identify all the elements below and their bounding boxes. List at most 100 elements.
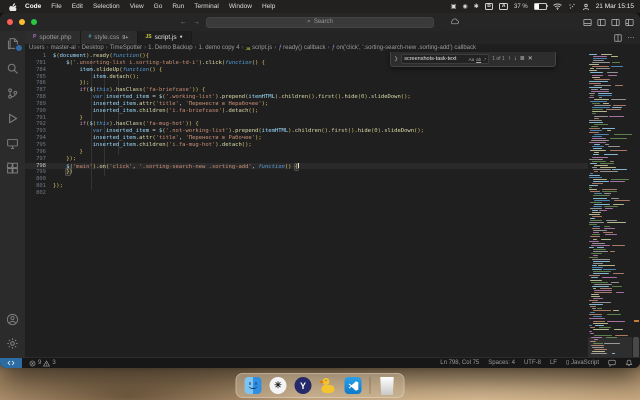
dock-cyberduck-icon[interactable] [319,377,337,394]
toggle-sidebar-button[interactable] [597,18,606,27]
dock-finder-icon[interactable] [244,377,262,394]
breadcrumb-item[interactable]: ƒ ready() callback [278,45,325,51]
regex-toggle[interactable]: .* [483,57,486,62]
run-debug-icon[interactable] [5,110,21,126]
wifi-icon[interactable] [552,3,562,10]
source-control-icon[interactable] [5,85,21,101]
encoding-indicator[interactable]: UTF-8 [524,360,541,366]
code-line-796[interactable]: 796 } [25,149,588,156]
code-editor[interactable]: 1 $(document).ready(function(){781 $('.un… [25,52,640,357]
code-line-790[interactable]: 790 inserted_item.children('i.fa-briefca… [25,108,588,115]
navigate-back-button[interactable]: ← [180,19,187,26]
whole-word-toggle[interactable]: ab [476,57,481,62]
toggle-panel-button[interactable] [583,18,592,27]
code-line-797[interactable]: 797 }); [25,156,588,163]
tab-spotter.php[interactable]: Pspotter.php [25,31,81,44]
boxed-b-app-icon[interactable]: B [484,3,494,10]
code-line-789[interactable]: 789 inserted_item.attr('title', 'Перенес… [25,101,588,108]
previous-match-button[interactable]: ↑ [508,56,511,62]
remote-explorer-icon[interactable] [5,135,21,151]
zoom-window-button[interactable] [31,19,37,25]
code-line-801[interactable]: 801}); [25,183,588,190]
account-icon[interactable] [5,311,21,327]
toggle-secondary-sidebar-button[interactable] [611,18,620,27]
breadcrumb-item[interactable]: master-al [51,45,76,51]
breadcrumb-item[interactable]: JS script.js [246,45,273,51]
menu-item-help[interactable]: Help [257,3,280,10]
breadcrumb-item[interactable]: ƒ on('click', '.sorting-search-new .sorti… [332,45,476,51]
breadcrumb-item[interactable]: Users [29,45,45,51]
explorer-icon[interactable] [5,35,23,52]
dock-vscode-icon[interactable] [344,377,362,394]
eol-indicator[interactable]: LF [550,360,557,366]
customize-layout-button[interactable] [625,18,634,27]
code-line-792[interactable]: 792 if($(this).hasClass('fa-mug-hot')) { [25,121,588,128]
more-actions-button[interactable]: ⋯ [628,34,636,42]
close-find-button[interactable]: ✕ [528,56,533,62]
close-window-button[interactable] [7,19,13,25]
find-input[interactable]: screenshots-task-text Aa ab .* [401,54,490,64]
circle-app-icon[interactable]: ◉ [462,4,467,10]
find-in-selection-button[interactable]: ≣ [520,56,525,62]
match-case-toggle[interactable]: Aa [469,57,475,62]
minimap-slider[interactable] [588,337,632,357]
minimize-window-button[interactable] [19,19,25,25]
menu-item-code[interactable]: Code [20,3,46,10]
split-editor-button[interactable] [613,33,622,42]
breadcrumb-item[interactable]: 1. Demo Backup [148,45,192,51]
menu-item-view[interactable]: View [125,3,149,10]
tab-script.js[interactable]: JS script.js ● [137,31,192,44]
breadcrumb-item[interactable]: Desktop [82,45,104,51]
code-line-800[interactable]: 800 [25,176,588,183]
problems-indicator[interactable]: 9 3 [29,359,56,367]
input-source-icon[interactable]: A [499,3,508,10]
dots-menu-icon[interactable] [568,3,576,10]
battery-icon[interactable] [533,2,549,11]
code-line-799[interactable]: 799 }) [25,169,588,176]
language-indicator[interactable]: {} JavaScript [566,360,599,366]
menu-bar-clock[interactable]: 21 Mar 15:15 [596,3,634,10]
breadcrumb-item[interactable]: TimeSpotter [110,45,142,51]
code-line-798[interactable]: 798 $('main').on('click', '.sorting-sear… [25,162,588,170]
code-line-788[interactable]: 788 var inserted_item = $('.working-list… [25,94,588,101]
dock-trash-icon[interactable] [379,377,396,395]
apple-menu-icon[interactable] [6,2,20,11]
tab-style.css[interactable]: # style.css 9+ [80,31,138,44]
navigate-forward-button[interactable]: → [193,19,200,26]
indentation-indicator[interactable]: Spaces: 4 [488,360,515,366]
feedback-icon[interactable] [608,359,616,367]
extensions-icon[interactable] [5,160,21,176]
dock-y-browser-icon[interactable]: Y [294,377,312,394]
code-line-791[interactable]: 791 } [25,115,588,122]
gear-app-icon[interactable]: ✱ [474,4,479,10]
toggle-replace-chevron[interactable]: ❯ [394,56,398,62]
editor-scrollbar[interactable] [633,337,639,357]
cursor-position[interactable]: Ln 798, Col 75 [440,360,479,366]
code-line-787[interactable]: 787 if($(this).hasClass('fa-briefcase'))… [25,87,588,94]
user-menu-icon[interactable] [582,3,590,11]
code-line-784[interactable]: 784 item.slideUp(function() { [25,67,588,74]
menu-item-run[interactable]: Run [167,3,189,10]
code-line-795[interactable]: 795 inserted_item.children('i.fa-mug-hot… [25,142,588,149]
menu-item-file[interactable]: File [46,3,66,10]
settings-icon[interactable] [5,335,21,351]
code-line-794[interactable]: 794 inserted_item.attr('title', 'Перенес… [25,135,588,142]
menu-item-selection[interactable]: Selection [88,3,125,10]
menu-item-window[interactable]: Window [224,3,257,10]
code-line-785[interactable]: 785 item.detach(); [25,74,588,81]
menu-item-terminal[interactable]: Terminal [189,3,224,10]
minimap[interactable] [588,52,632,357]
menu-item-edit[interactable]: Edit [67,3,88,10]
next-match-button[interactable]: ↓ [514,56,517,62]
breadcrumb-item[interactable]: 1. demo copy 4 [199,45,240,51]
code-line-802[interactable]: 802 [25,190,588,197]
settings-sync-icon[interactable] [450,18,459,25]
dock-chatgpt-icon[interactable]: ✳ [269,377,287,394]
notifications-bell-icon[interactable] [625,359,633,367]
shield-app-icon[interactable]: ▣ [451,4,457,10]
code-line-786[interactable]: 786 }); [25,80,588,87]
menu-item-go[interactable]: Go [149,3,168,10]
command-center-search[interactable]: ⌕ Search [206,16,434,28]
search-icon[interactable] [5,60,21,76]
remote-indicator[interactable] [0,358,22,368]
